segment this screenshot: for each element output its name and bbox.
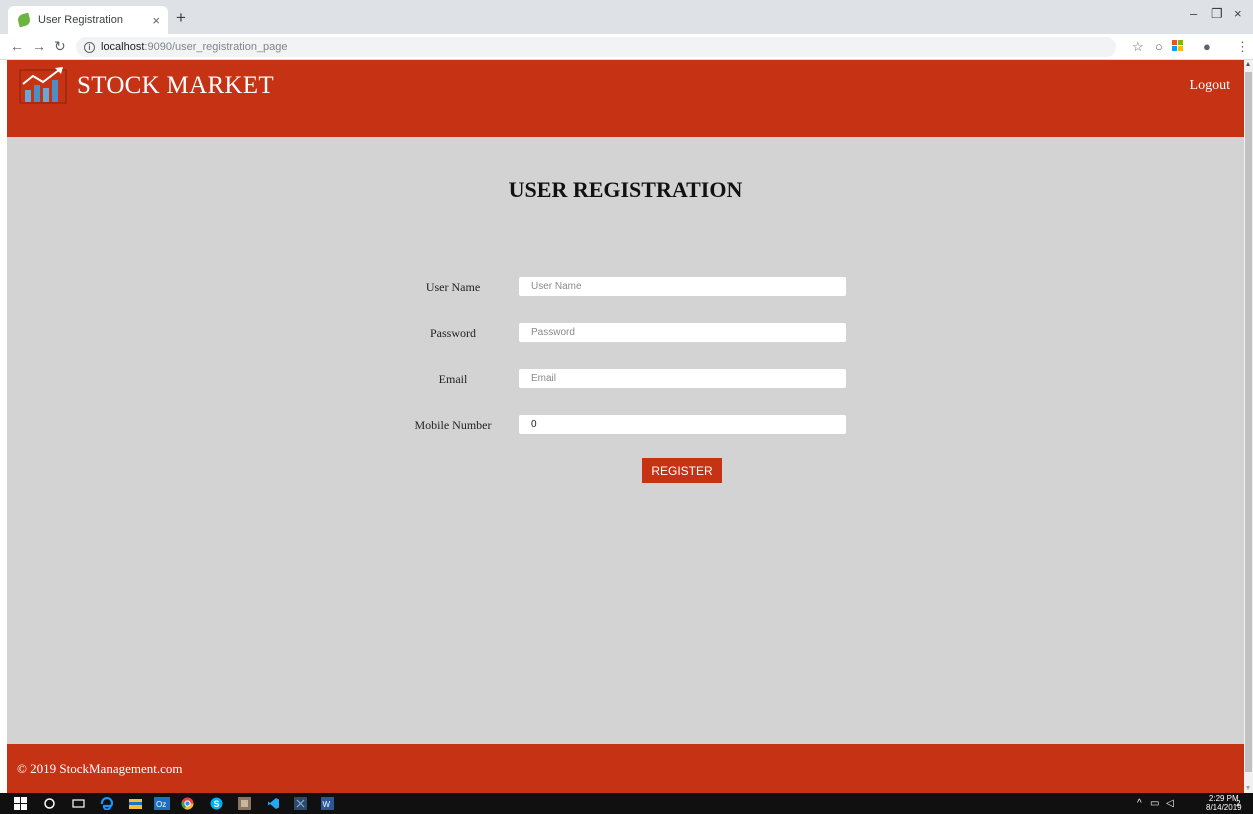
search-circle-icon[interactable] (43, 797, 56, 810)
network-icon[interactable]: ▭ (1150, 798, 1159, 809)
url-text: localhost:9090/user_registration_page (101, 41, 288, 53)
vscode-icon[interactable] (267, 797, 280, 810)
forward-arrow-icon[interactable]: → (32, 38, 46, 54)
form-row-password: Password (7, 323, 1244, 343)
brand-title: STOCK MARKET (77, 72, 274, 99)
scrollbar-thumb[interactable] (1245, 72, 1252, 772)
spring-leaf-icon (16, 12, 32, 28)
username-label: User Name (425, 280, 481, 294)
site-info-icon[interactable]: i (84, 41, 95, 53)
skype-icon[interactable]: S (210, 797, 223, 810)
password-input[interactable] (519, 323, 846, 342)
page-scrollbar[interactable] (1244, 60, 1253, 793)
reload-icon[interactable]: ↻ (54, 38, 66, 55)
chrome-icon[interactable] (181, 797, 194, 810)
site-header: STOCK MARKET Logout (7, 60, 1244, 137)
mobile-number-label: Mobile Number (414, 418, 492, 432)
file-explorer-icon[interactable] (129, 797, 142, 810)
email-label: Email (438, 372, 468, 386)
url-path: :9090/user_registration_page (144, 41, 288, 53)
register-button[interactable]: REGISTER (642, 458, 722, 483)
svg-text:W: W (323, 800, 331, 809)
new-tab-button[interactable]: + (176, 8, 186, 28)
task-view-icon[interactable] (72, 797, 85, 810)
form-row-mobile: Mobile Number (7, 415, 1244, 435)
minimize-button[interactable]: – (1190, 6, 1197, 21)
notification-count: 2 (1236, 799, 1241, 808)
form-row-email: Email (7, 369, 1244, 389)
site-footer: © 2019 StockManagement.com (7, 744, 1244, 793)
browser-tab[interactable]: User Registration × (8, 6, 168, 34)
tab-title: User Registration (38, 14, 123, 26)
windows-start-icon[interactable] (14, 797, 27, 810)
edge-browser-icon[interactable] (100, 797, 113, 810)
form-row-username: User Name (7, 277, 1244, 297)
tab-close-icon[interactable]: × (152, 13, 160, 28)
stock-chart-logo-icon (19, 67, 67, 104)
restore-button[interactable]: ❐ (1211, 6, 1223, 22)
svg-text:Oz: Oz (156, 800, 166, 809)
windows-taskbar: Oz S W ^ ▭ ◁ 2:29 PM 8/14/2019 2 (0, 793, 1253, 814)
scroll-down-arrow-icon[interactable] (1246, 786, 1250, 790)
word-icon[interactable]: W (321, 797, 334, 810)
browser-tab-strip: User Registration × + – ❐ × (0, 0, 1253, 34)
email-input[interactable] (519, 369, 846, 388)
tray-chevron-up-icon[interactable]: ^ (1137, 798, 1142, 809)
volume-icon[interactable]: ◁ (1166, 798, 1174, 809)
menu-kebab-icon[interactable]: ⋮ (1236, 39, 1249, 55)
username-input[interactable] (519, 277, 846, 296)
password-label: Password (429, 326, 476, 340)
extension-circle-icon[interactable]: ○ (1155, 39, 1163, 54)
remote-desktop-icon[interactable] (294, 797, 307, 810)
window-close-button[interactable]: × (1234, 6, 1242, 21)
bookmark-star-icon[interactable]: ☆ (1132, 39, 1144, 55)
app-game-icon[interactable] (238, 797, 251, 810)
url-host: localhost (101, 41, 145, 53)
profile-icon[interactable]: ● (1203, 39, 1211, 54)
back-arrow-icon[interactable]: ← (10, 38, 24, 54)
outlook-icon[interactable]: Oz (154, 797, 170, 810)
logout-link[interactable]: Logout (1190, 78, 1230, 94)
action-center-icon[interactable]: 2 (1236, 798, 1240, 809)
svg-text:S: S (214, 799, 220, 809)
page-title: USER REGISTRATION (508, 177, 743, 202)
address-bar[interactable]: i localhost:9090/user_registration_page (76, 37, 1116, 57)
browser-toolbar: ← → ↻ i localhost:9090/user_registration… (0, 34, 1253, 60)
windows-extension-icon[interactable] (1172, 40, 1184, 55)
mobile-number-input[interactable] (519, 415, 846, 434)
scroll-up-arrow-icon[interactable] (1246, 62, 1250, 66)
copyright-text: © 2019 StockManagement.com (17, 761, 183, 776)
page-viewport: STOCK MARKET Logout USER REGISTRATION Us… (7, 60, 1244, 793)
